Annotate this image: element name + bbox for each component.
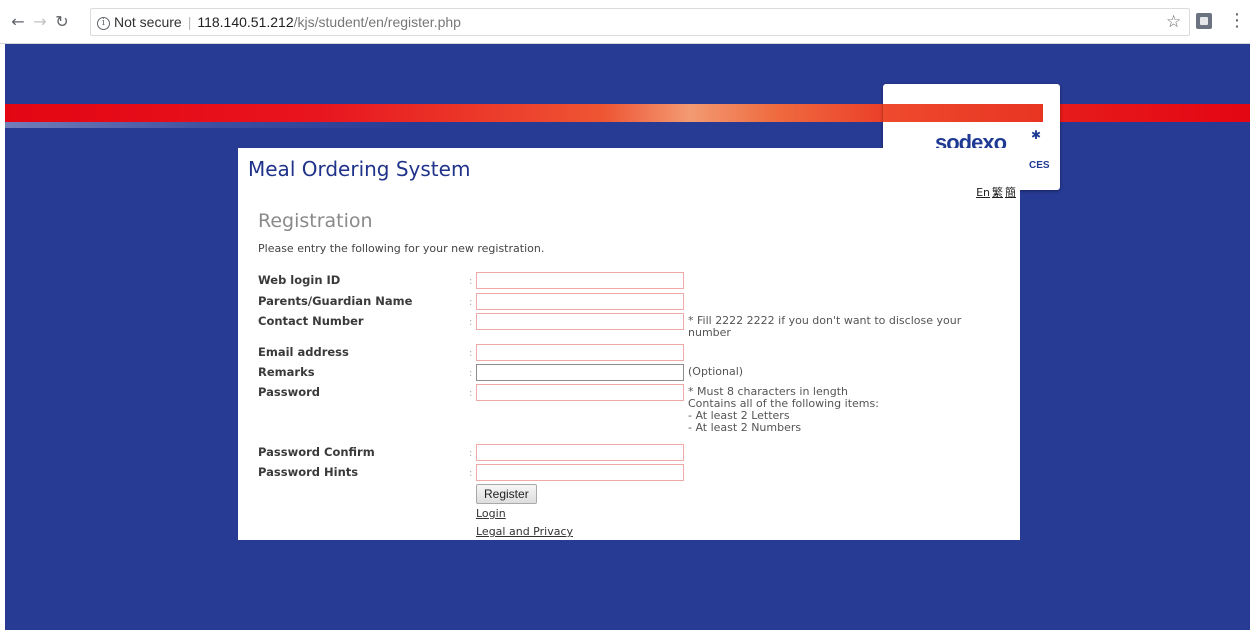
field-label: Contact Number [258, 314, 364, 328]
logo-subtitle: CES [1029, 160, 1050, 171]
login-link[interactable]: Login [476, 507, 506, 520]
back-arrow-icon[interactable]: ← [8, 12, 28, 32]
browser-menu-icon[interactable]: ⋮ [1228, 10, 1246, 32]
language-link-en[interactable]: En [976, 186, 990, 199]
remarks-input[interactable] [476, 364, 684, 381]
field-label: Password Confirm [258, 445, 375, 459]
password-hints-input[interactable] [476, 464, 684, 481]
web-login-id-input[interactable] [476, 272, 684, 289]
bookmark-star-icon[interactable]: ☆ [1166, 12, 1181, 32]
brand-stripe [5, 104, 1250, 122]
email-input[interactable] [476, 344, 684, 361]
contact-number-input[interactable] [476, 313, 684, 330]
intro-text: Please entry the following for your new … [258, 242, 545, 255]
field-colon: : [469, 368, 473, 379]
register-button[interactable]: Register [476, 484, 537, 504]
page-background: sodexo ✱ CES Meal Ordering System En 繁簡 R… [5, 44, 1250, 630]
field-label: Password [258, 385, 320, 399]
field-label: Web login ID [258, 273, 341, 287]
remarks-note: (Optional) [688, 365, 744, 378]
extension-icon[interactable] [1196, 13, 1212, 29]
forward-arrow-icon[interactable]: → [30, 12, 50, 32]
field-label: Email address [258, 345, 349, 359]
field-colon: : [469, 348, 473, 359]
field-colon: : [469, 388, 473, 399]
logo-stripe [883, 104, 1043, 122]
reload-icon[interactable]: ↻ [52, 12, 72, 32]
info-icon[interactable]: i [97, 16, 110, 30]
url-path: /kjs/student/en/register.php [293, 14, 461, 30]
site-title: Meal Ordering System [248, 157, 471, 181]
url-host: 118.140.51.212 [197, 14, 294, 30]
field-colon: : [469, 448, 473, 459]
security-label: Not secure [114, 14, 182, 30]
language-link-simplified[interactable]: 簡 [1005, 186, 1016, 199]
field-label: Password Hints [258, 465, 359, 479]
brand-stripe-shadow [5, 122, 425, 128]
password-input[interactable] [476, 384, 684, 401]
field-colon: : [469, 468, 473, 479]
contact-number-note: * Fill 2222 2222 if you don't want to di… [688, 314, 962, 339]
password-rules-note: * Must 8 characters in length Contains a… [688, 385, 879, 434]
browser-toolbar: ← → ↻ i Not secure | 118.140.51.212/kjs/stu… [0, 0, 1250, 44]
page-title: Registration [258, 210, 373, 232]
password-confirm-input[interactable] [476, 444, 684, 461]
legal-privacy-link[interactable]: Legal and Privacy [476, 525, 573, 538]
field-label: Parents/Guardian Name [258, 294, 413, 308]
logo-star-icon: ✱ [1031, 128, 1042, 142]
field-colon: : [469, 297, 473, 308]
guardian-name-input[interactable] [476, 293, 684, 310]
field-colon: : [469, 276, 473, 287]
registration-panel: Meal Ordering System En 繁簡 Registration P… [238, 148, 1020, 540]
language-link-traditional[interactable]: 繁 [992, 186, 1003, 199]
address-bar[interactable]: i Not secure | 118.140.51.212/kjs/student/e… [90, 8, 1190, 36]
field-label: Remarks [258, 365, 315, 379]
field-colon: : [469, 317, 473, 328]
address-separator: | [187, 14, 192, 30]
language-switcher: En 繁簡 [974, 184, 1016, 200]
